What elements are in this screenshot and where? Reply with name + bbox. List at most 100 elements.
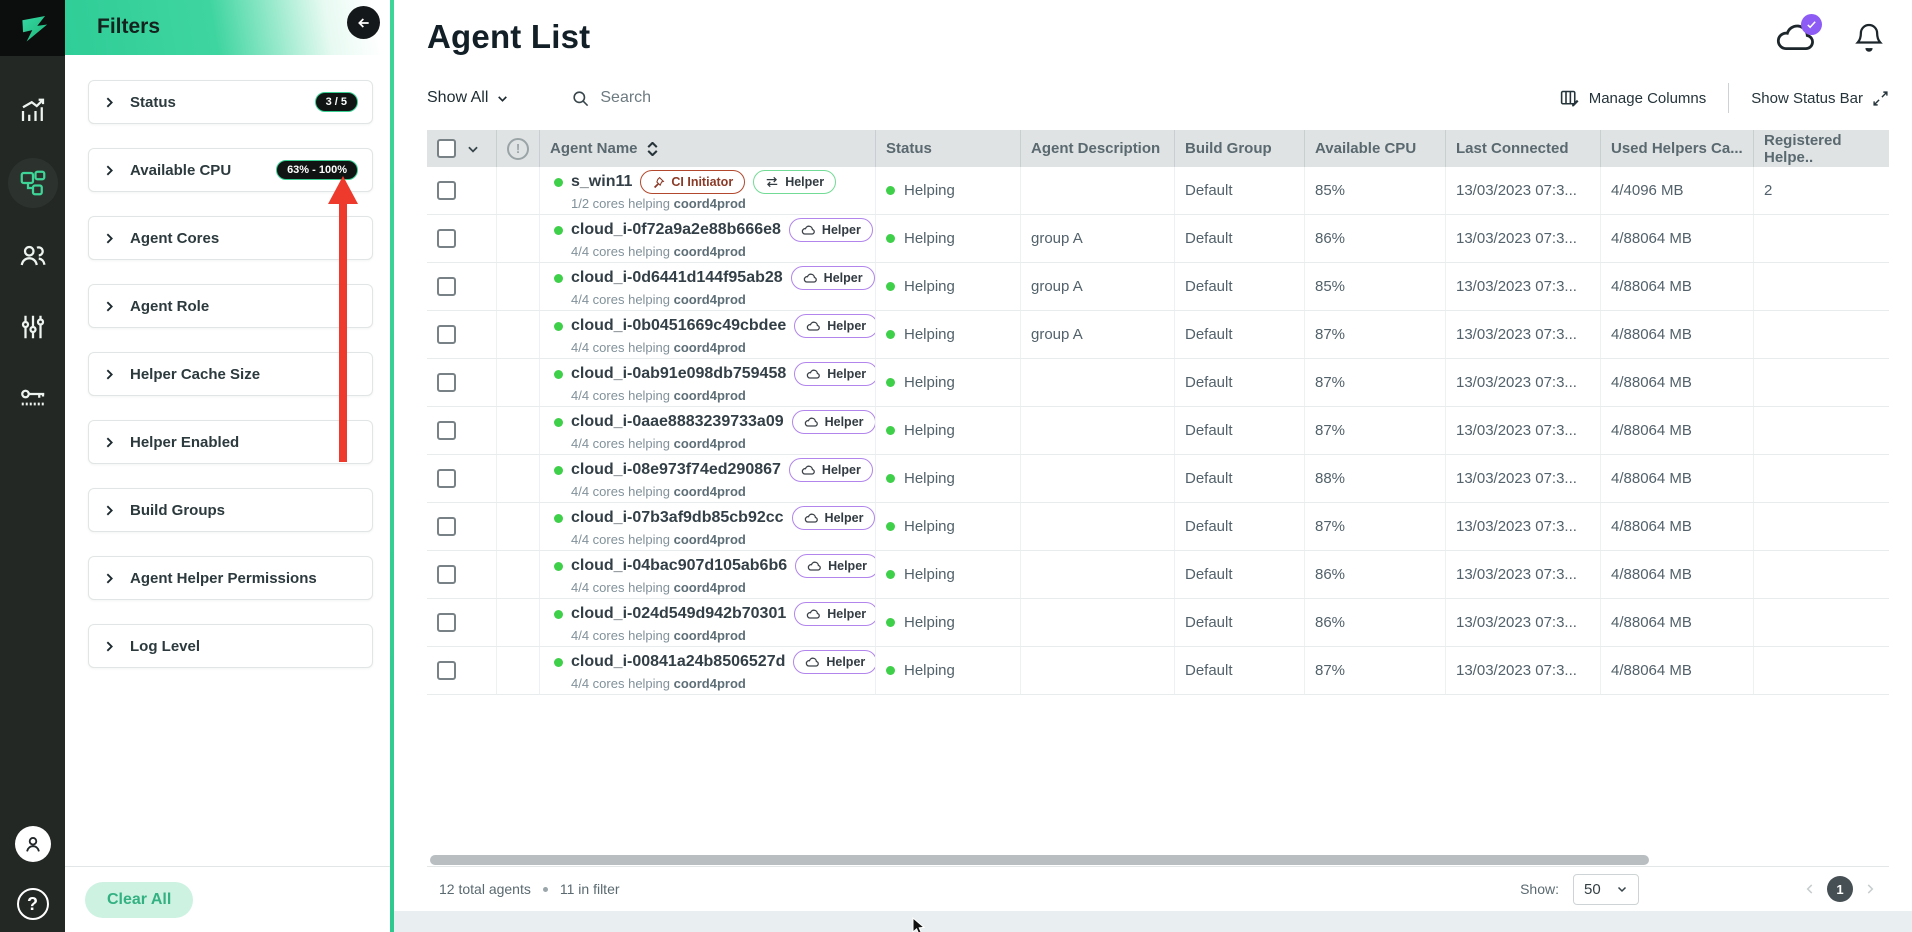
cloud-status-button[interactable] [1774, 20, 1818, 54]
sort-icon[interactable] [647, 142, 658, 156]
collapse-filters-button[interactable] [347, 6, 380, 39]
current-page[interactable]: 1 [1827, 876, 1853, 902]
agent-subtext: 4/4 cores helping coord4prod [571, 292, 746, 307]
show-all-dropdown[interactable]: Show All [427, 89, 509, 107]
agent-name[interactable]: cloud_i-07b3af9db85cb92cc [571, 509, 784, 527]
table-row[interactable]: cloud_i-0ab91e098db759458 Helper 4/4 cor… [427, 359, 1889, 407]
agent-name-cell: s_win11 CI InitiatorHelper 1/2 cores hel… [540, 167, 876, 214]
notifications-button[interactable] [1854, 21, 1884, 54]
agent-name[interactable]: cloud_i-0aae8883239733a09 [571, 413, 784, 431]
column-header-status[interactable]: Status [876, 130, 1021, 167]
app-logo[interactable] [0, 0, 65, 56]
sidebar-item-settings[interactable] [17, 311, 49, 343]
filter-item[interactable]: Build Groups [88, 488, 373, 532]
table-row[interactable]: cloud_i-024d549d942b70301 Helper 4/4 cor… [427, 599, 1889, 647]
used-helpers-cell: 4/4096 MB [1601, 167, 1754, 214]
agent-badges: Helper [789, 458, 873, 482]
sidebar-item-license[interactable] [17, 383, 49, 415]
sliders-icon [18, 312, 48, 342]
table-row[interactable]: s_win11 CI InitiatorHelper 1/2 cores hel… [427, 167, 1889, 215]
filter-item[interactable]: Helper Cache Size [88, 352, 373, 396]
agent-name[interactable]: cloud_i-0d6441d144f95ab28 [571, 269, 783, 287]
cloud-icon [803, 272, 818, 284]
agent-name-cell: cloud_i-07b3af9db85cb92cc Helper 4/4 cor… [540, 503, 876, 550]
prev-page-button[interactable] [1803, 882, 1817, 896]
clear-all-button[interactable]: Clear All [85, 882, 193, 918]
table-row[interactable]: cloud_i-0b0451669c49cbdee Helper 4/4 cor… [427, 311, 1889, 359]
column-header-available-cpu[interactable]: Available CPU [1305, 130, 1446, 167]
sidebar-item-dashboard[interactable] [17, 95, 49, 127]
horizontal-scrollbar[interactable] [430, 855, 1649, 865]
agent-name[interactable]: cloud_i-04bac907d105ab6b6 [571, 557, 787, 575]
used-helpers-cell: 4/88064 MB [1601, 647, 1754, 694]
select-all-control[interactable] [437, 139, 480, 158]
next-page-button[interactable] [1863, 882, 1877, 896]
user-avatar[interactable] [15, 826, 51, 862]
agent-name[interactable]: cloud_i-00841a24b8506527d [571, 653, 785, 671]
sidebar-item-agents[interactable] [8, 158, 58, 208]
agent-badge: Helper [789, 458, 873, 482]
help-button[interactable]: ? [17, 888, 49, 920]
chevron-down-icon [466, 142, 480, 156]
manage-columns-button[interactable]: Manage Columns [1559, 88, 1707, 109]
person-icon [22, 833, 44, 855]
row-checkbox[interactable] [437, 421, 456, 440]
column-header-build-group[interactable]: Build Group [1175, 130, 1305, 167]
chevron-right-icon [103, 368, 116, 381]
row-checkbox[interactable] [437, 469, 456, 488]
column-header-registered-helpers[interactable]: Registered Helpe.. [1754, 130, 1889, 167]
chevron-left-icon [1803, 882, 1817, 896]
status-cell: Helping [876, 503, 1021, 550]
agent-badges: Helper [789, 218, 873, 242]
select-all-checkbox[interactable] [437, 139, 456, 158]
agent-name[interactable]: s_win11 [571, 173, 632, 191]
row-checkbox[interactable] [437, 229, 456, 248]
row-checkbox[interactable] [437, 277, 456, 296]
status-label: Helping [904, 326, 955, 343]
agent-name[interactable]: cloud_i-0b0451669c49cbdee [571, 317, 786, 335]
column-header-last-connected[interactable]: Last Connected [1446, 130, 1601, 167]
status-cell: Helping [876, 311, 1021, 358]
row-checkbox[interactable] [437, 325, 456, 344]
filter-item[interactable]: Agent Role [88, 284, 373, 328]
online-dot [554, 514, 563, 523]
agent-description-cell [1021, 455, 1175, 502]
row-checkbox[interactable] [437, 373, 456, 392]
row-checkbox[interactable] [437, 565, 456, 584]
filter-item[interactable]: Log Level [88, 624, 373, 668]
agent-badge: Helper [794, 362, 876, 386]
table-row[interactable]: cloud_i-08e973f74ed290867 Helper 4/4 cor… [427, 455, 1889, 503]
chart-icon [18, 96, 48, 126]
online-dot [554, 658, 563, 667]
agent-name[interactable]: cloud_i-08e973f74ed290867 [571, 461, 781, 479]
search-input[interactable] [600, 89, 820, 107]
filter-item[interactable]: Agent Cores [88, 216, 373, 260]
row-checkbox[interactable] [437, 181, 456, 200]
filter-item[interactable]: Helper Enabled [88, 420, 373, 464]
row-checkbox[interactable] [437, 613, 456, 632]
filter-item[interactable]: Agent Helper Permissions [88, 556, 373, 600]
agent-name[interactable]: cloud_i-024d549d942b70301 [571, 605, 786, 623]
table-row[interactable]: cloud_i-04bac907d105ab6b6 Helper 4/4 cor… [427, 551, 1889, 599]
column-header-agent-name[interactable]: Agent Name [540, 130, 876, 167]
table-row[interactable]: cloud_i-00841a24b8506527d Helper 4/4 cor… [427, 647, 1889, 695]
alert-cell [497, 167, 540, 214]
column-header-used-helpers[interactable]: Used Helpers Ca... [1601, 130, 1754, 167]
agent-name[interactable]: cloud_i-0ab91e098db759458 [571, 365, 786, 383]
used-helpers-cell: 4/88064 MB [1601, 311, 1754, 358]
row-checkbox[interactable] [437, 517, 456, 536]
page-size-select[interactable]: 50 [1573, 874, 1639, 905]
show-status-bar-button[interactable]: Show Status Bar [1751, 90, 1889, 107]
sidebar-item-users[interactable] [17, 239, 49, 271]
filter-item[interactable]: Status 3 / 5 [88, 80, 373, 124]
online-dot [554, 226, 563, 235]
table-row[interactable]: cloud_i-0d6441d144f95ab28 Helper 4/4 cor… [427, 263, 1889, 311]
swap-icon [765, 176, 779, 188]
table-row[interactable]: cloud_i-07b3af9db85cb92cc Helper 4/4 cor… [427, 503, 1889, 551]
mouse-cursor [912, 917, 928, 932]
row-checkbox[interactable] [437, 661, 456, 680]
table-row[interactable]: cloud_i-0f72a9a2e88b666e8 Helper 4/4 cor… [427, 215, 1889, 263]
table-row[interactable]: cloud_i-0aae8883239733a09 Helper 4/4 cor… [427, 407, 1889, 455]
agent-name[interactable]: cloud_i-0f72a9a2e88b666e8 [571, 221, 781, 239]
column-header-description[interactable]: Agent Description [1021, 130, 1175, 167]
